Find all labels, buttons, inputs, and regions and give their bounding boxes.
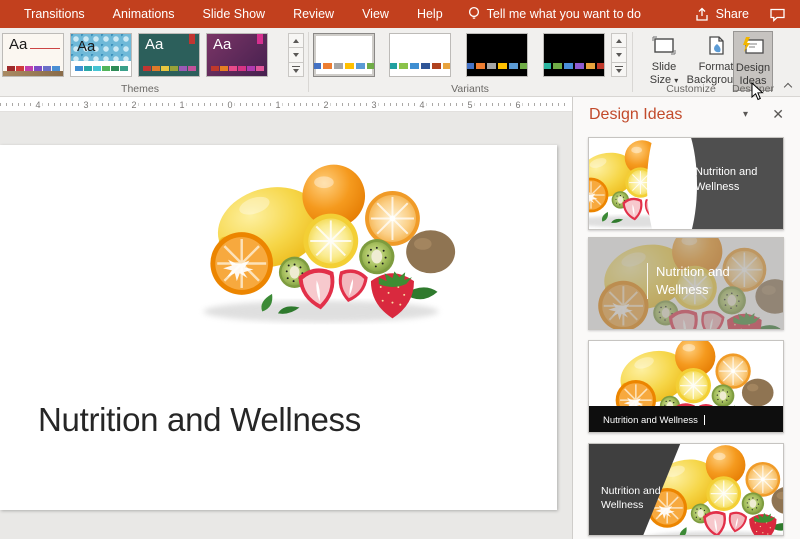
theme-color-swatches xyxy=(75,66,129,71)
variant-color-swatches xyxy=(544,63,604,69)
theme-thumbnail-3[interactable]: Aa xyxy=(138,33,200,77)
menu-tab-help[interactable]: Help xyxy=(403,0,457,28)
collapse-ribbon-button[interactable] xyxy=(784,82,792,90)
fruit-image[interactable] xyxy=(183,147,459,333)
panel-options-caret-icon[interactable]: ▾ xyxy=(743,109,748,120)
theme-color-swatches xyxy=(211,66,265,71)
theme-sample-text: Aa xyxy=(213,36,232,53)
design-ideas-panel: Design Ideas ▾ ✕ Nutrition and Wellness … xyxy=(572,97,800,539)
design-suggestion-4[interactable]: Nutrition and Wellness xyxy=(588,443,784,536)
ruler-number: 3 xyxy=(369,98,379,111)
tell-me-label: Tell me what you want to do xyxy=(486,7,641,21)
horizontal-ruler: 4 3 2 1 0 1 2 3 4 5 6 xyxy=(0,97,572,112)
ruler-number: 1 xyxy=(177,98,187,111)
themes-gallery-more-button[interactable] xyxy=(288,61,304,77)
tell-me-box[interactable]: Tell me what you want to do xyxy=(467,6,641,22)
variant-thumbnail-3[interactable] xyxy=(466,33,528,77)
theme-sample-text: Aa xyxy=(9,36,28,53)
share-label: Share xyxy=(715,7,749,21)
mouse-cursor xyxy=(751,82,764,101)
variant-color-swatches xyxy=(390,63,450,69)
theme-color-swatches xyxy=(143,66,197,71)
design3-title-text: Nutrition and Wellness xyxy=(603,415,705,426)
theme-flag xyxy=(189,34,195,44)
variants-group-label: Variants xyxy=(451,83,489,95)
theme-sample-text: Aa xyxy=(77,38,96,55)
themes-scroll-up-button[interactable] xyxy=(288,33,304,49)
design2-title-text: Nutrition and Wellness xyxy=(647,263,763,299)
ruler-number: 1 xyxy=(273,98,283,111)
panel-close-icon[interactable]: ✕ xyxy=(772,106,784,123)
theme-flag xyxy=(257,34,263,44)
variants-scroll-up-button[interactable] xyxy=(611,33,627,49)
menu-tab-animations[interactable]: Animations xyxy=(99,0,189,28)
design-suggestion-2[interactable]: Nutrition and Wellness xyxy=(588,237,784,330)
text-cursor xyxy=(703,415,705,426)
variants-gallery-scrollbar xyxy=(611,33,627,77)
ribbon: Aa Aa Aa Aa Themes Variants Slide Size ▾… xyxy=(0,28,800,101)
ruler-number: 6 xyxy=(513,98,523,111)
design-suggestion-1[interactable]: Nutrition and Wellness xyxy=(588,137,784,230)
comments-icon[interactable] xyxy=(769,7,786,22)
powerpoint-window: Transitions Animations Slide Show Review… xyxy=(0,0,800,539)
theme-wood-strip xyxy=(3,71,63,76)
variant-color-swatches xyxy=(467,63,527,69)
variant-thumbnail-1[interactable] xyxy=(313,33,375,77)
slide-size-icon xyxy=(640,33,688,59)
theme-sample-text: Aa xyxy=(145,36,164,53)
variants-gallery-more-button[interactable] xyxy=(611,61,627,77)
design1-curve-shape xyxy=(647,138,697,229)
theme-thumbnail-4[interactable]: Aa xyxy=(206,33,268,77)
variants-scroll-down-button[interactable] xyxy=(611,47,627,63)
ruler-number: 2 xyxy=(129,98,139,111)
menu-tab-review[interactable]: Review xyxy=(279,0,348,28)
lightbulb-icon xyxy=(468,6,479,19)
design1-title-text: Nutrition and Wellness xyxy=(695,166,758,193)
share-icon xyxy=(695,7,708,21)
design-ideas-panel-header: Design Ideas ▾ ✕ xyxy=(573,97,800,137)
ruler-number: 4 xyxy=(417,98,427,111)
ruler-number: 5 xyxy=(465,98,475,111)
themes-scroll-down-button[interactable] xyxy=(288,47,304,63)
ruler-number: 2 xyxy=(321,98,331,111)
design-suggestion-3[interactable]: Nutrition and Wellness xyxy=(588,340,784,433)
design4-title-text: Nutrition and Wellness xyxy=(601,485,661,511)
ruler-number: 3 xyxy=(81,98,91,111)
theme-underline xyxy=(30,48,60,49)
ruler-number: 0 xyxy=(225,98,235,111)
themes-group-label: Themes xyxy=(121,83,159,95)
theme-thumbnail-1[interactable]: Aa xyxy=(2,33,64,77)
slide-canvas: Nutrition and Wellness xyxy=(0,113,572,539)
slide[interactable]: Nutrition and Wellness xyxy=(0,145,557,510)
menu-tab-transitions[interactable]: Transitions xyxy=(10,0,99,28)
menu-tab-view[interactable]: View xyxy=(348,0,403,28)
variant-thumbnail-4[interactable] xyxy=(543,33,605,77)
variant-color-swatches xyxy=(314,63,374,69)
share-button[interactable]: Share xyxy=(694,7,749,22)
themes-gallery-scrollbar xyxy=(288,33,304,77)
menu-bar: Transitions Animations Slide Show Review… xyxy=(0,0,800,28)
theme-thumbnail-2[interactable]: Aa xyxy=(70,33,132,77)
menu-tab-slideshow[interactable]: Slide Show xyxy=(189,0,280,28)
variant-thumbnail-2[interactable] xyxy=(389,33,451,77)
design-ideas-icon xyxy=(734,34,772,60)
ruler-number: 4 xyxy=(33,98,43,111)
design-ideas-panel-title: Design Ideas xyxy=(589,106,683,123)
slide-title-textbox[interactable]: Nutrition and Wellness xyxy=(38,401,361,439)
